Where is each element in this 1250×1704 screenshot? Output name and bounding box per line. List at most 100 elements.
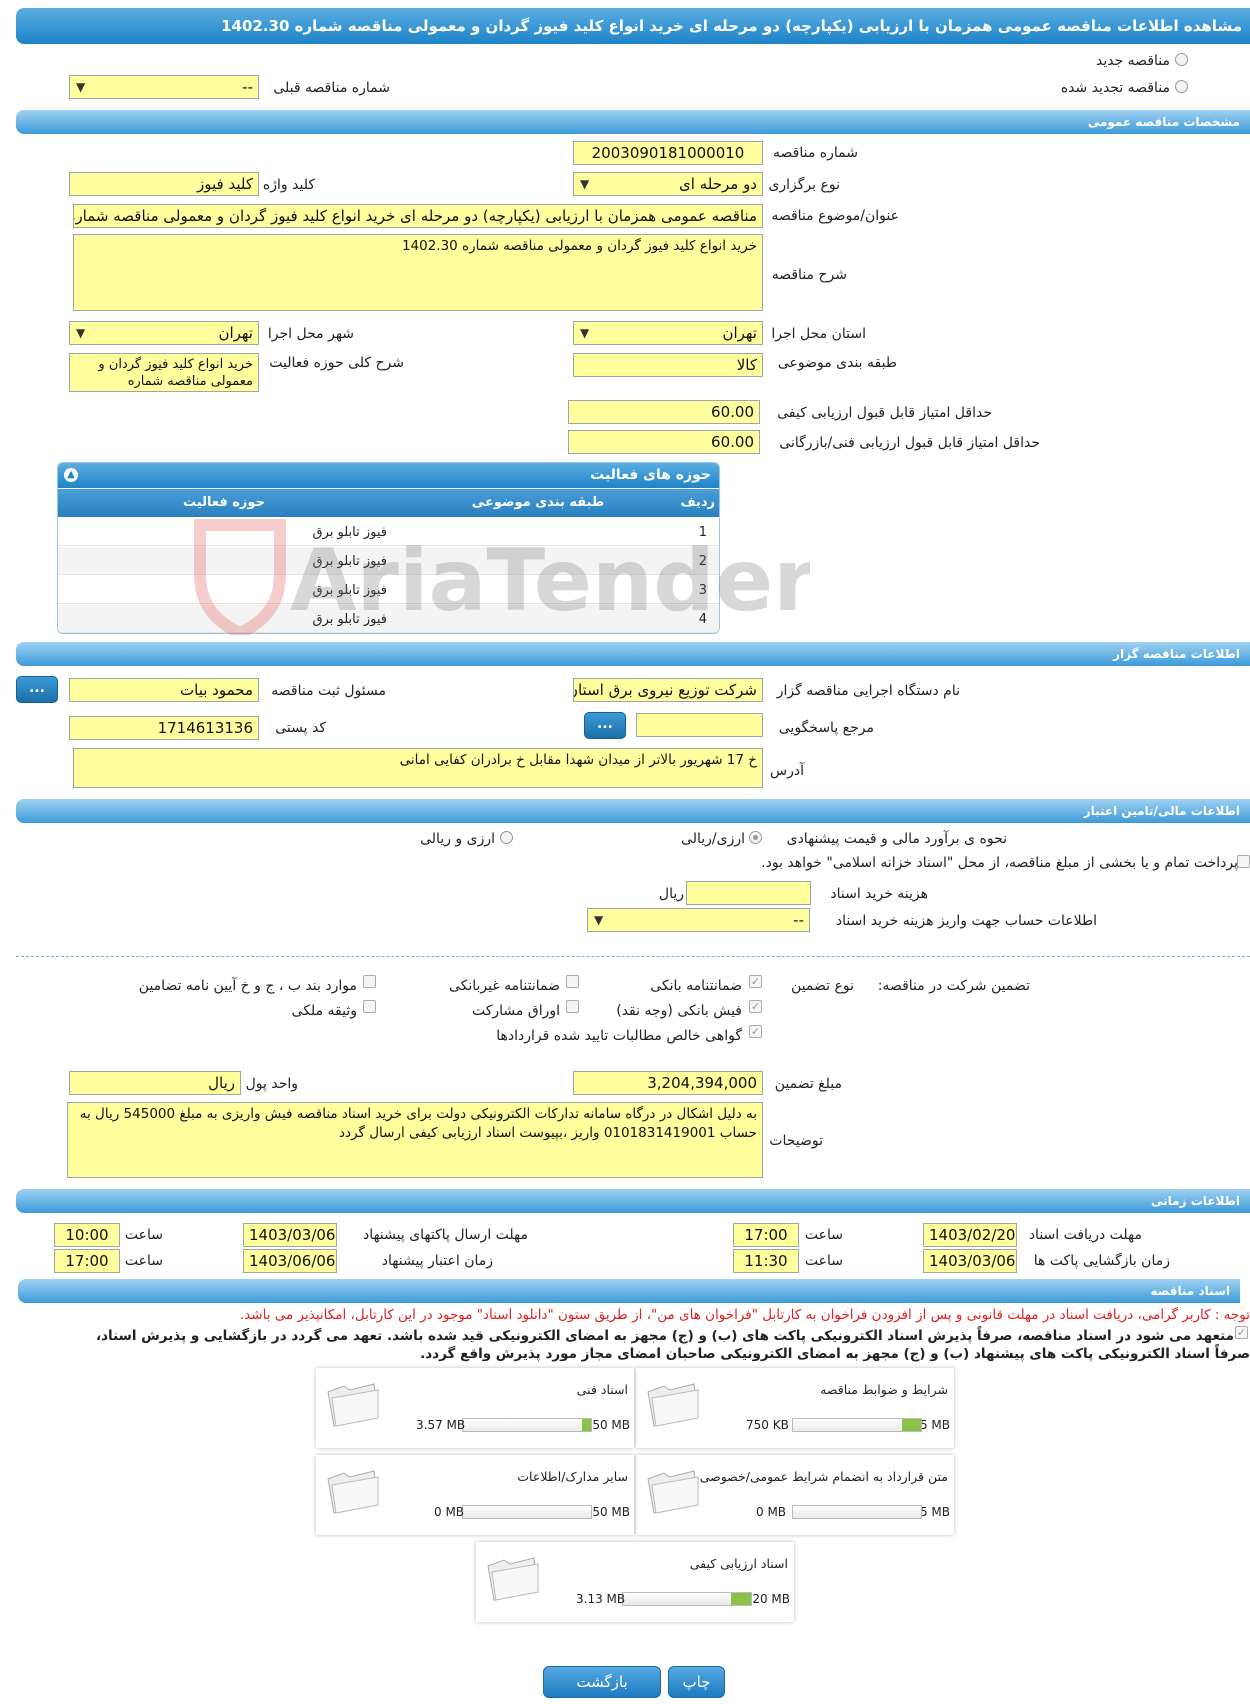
bank-receipt-checkbox[interactable]: ✓	[749, 1000, 762, 1013]
doc-card-other[interactable]: سایر مدارک/اطلاعات 50 MB 0 MB	[316, 1455, 634, 1535]
description-label: شرح مناقصه	[771, 267, 847, 283]
renewed-tender-radio[interactable]	[1175, 80, 1188, 93]
currency-and-rial-radio[interactable]	[500, 831, 513, 844]
currency-rial-radio[interactable]	[749, 831, 762, 844]
response-ref-lookup-button[interactable]: ...	[584, 712, 626, 739]
min-quality-field[interactable]: 60.00	[568, 400, 760, 424]
pledge-checkbox[interactable]: ✓	[1235, 1326, 1248, 1339]
tender-type-select[interactable]: دو مرحله ای ▼	[573, 172, 763, 196]
col-row: ردیف	[680, 495, 715, 510]
doc-fee-unit: ریال	[658, 886, 684, 902]
city-select[interactable]: تهران ▼	[69, 321, 259, 345]
org-name-field[interactable]: شرکت توزیع نیروی برق استان تهران	[573, 678, 763, 702]
article-items-checkbox[interactable]	[363, 975, 376, 988]
currency-unit-field[interactable]: ریال	[69, 1071, 241, 1095]
folder-icon	[327, 1383, 379, 1427]
activity-grid-columns: ردیف طبقه بندی موضوعی حوزه فعالیت	[58, 489, 719, 517]
nonbank-guarantee-checkbox[interactable]	[566, 975, 579, 988]
tender-no-label: شماره مناقصه	[773, 145, 858, 161]
notes-label: توضیحات	[769, 1133, 823, 1149]
doc-card-technical[interactable]: اسناد فنی 50 MB 3.57 MB	[316, 1368, 634, 1448]
table-row: 1 فیوز تابلو برق	[58, 518, 719, 546]
officer-lookup-button[interactable]: ...	[16, 676, 58, 703]
address-field[interactable]: خ 17 شهریور بالاتر از میدان شهدا مقابل خ…	[73, 748, 763, 788]
prev-tender-no-label: شماره مناقصه قبلی	[273, 80, 390, 96]
officer-field[interactable]: محمود بیات	[69, 678, 259, 702]
doc-fee-label: هزینه خرید اسناد	[830, 886, 928, 902]
table-row: 4 فیوز تابلو برق	[58, 605, 719, 633]
folder-icon	[647, 1470, 699, 1514]
bonds-checkbox[interactable]	[566, 1000, 579, 1013]
open-envelopes-label: زمان بازگشایی پاکت ها	[1033, 1253, 1170, 1269]
offer-validity-date[interactable]: 1403/06/06	[243, 1249, 337, 1273]
doc-fee-field[interactable]	[686, 881, 811, 905]
response-ref-field[interactable]	[636, 713, 763, 737]
bank-receipt-label: فیش بانکی (وجه نقد)	[616, 1003, 742, 1019]
print-button[interactable]: چاپ	[668, 1666, 725, 1698]
doc-card-progress	[622, 1592, 752, 1606]
category-field[interactable]: کالا	[573, 353, 763, 377]
activity-grid: حوزه های فعالیت ▲ ردیف طبقه بندی موضوعی …	[57, 462, 720, 634]
finance-section-header: اطلاعات مالی/تامین اعتبار	[16, 799, 1250, 823]
collapse-icon[interactable]: ▲	[64, 468, 78, 482]
doc-card-progress-fill	[901, 1419, 921, 1431]
subject-label: عنوان/موضوع مناقصه	[771, 208, 899, 224]
prev-tender-no-select[interactable]: -- ▼	[69, 75, 259, 99]
doc-card-used: 0 MB	[434, 1505, 465, 1519]
notes-field[interactable]: به دلیل اشکال در درگاه سامانه تدارکات ال…	[67, 1102, 763, 1178]
keyword-field[interactable]: کلید فیوز	[69, 172, 259, 196]
back-button[interactable]: بازگشت	[543, 1666, 661, 1698]
bank-guarantee-checkbox[interactable]: ✓	[749, 975, 762, 988]
col-field: حوزه فعالیت	[183, 495, 265, 510]
docs-section-header: اسناد مناقصه	[18, 1279, 1240, 1303]
doc-card-max: 5 MB	[919, 1418, 950, 1432]
open-time-label: ساعت	[804, 1253, 843, 1269]
doc-card-contract[interactable]: متن قرارداد به انضمام شرایط عمومی/خصوصی …	[636, 1455, 954, 1535]
renewed-tender-label: مناقصه تجدید شده	[1060, 80, 1170, 96]
tender-no-field[interactable]: 2003090181000010	[573, 141, 763, 165]
postal-code-field[interactable]: 1714613136	[69, 716, 259, 740]
activity-grid-title: حوزه های فعالیت	[590, 467, 711, 483]
receive-docs-date[interactable]: 1403/02/20	[923, 1223, 1017, 1247]
treasury-checkbox[interactable]	[1237, 855, 1250, 868]
category-label: طبقه بندی موضوعی	[777, 355, 897, 371]
guarantee-amount-field[interactable]: 3,204,394,000	[573, 1071, 763, 1095]
property-checkbox[interactable]	[363, 1000, 376, 1013]
new-tender-radio[interactable]	[1175, 53, 1188, 66]
scope-field[interactable]: خرید انواع کلید فیوز گردان و معمولی مناق…	[69, 353, 259, 392]
bank-guarantee-label: ضمانتنامه بانکی	[650, 978, 742, 994]
currency-and-rial-label: ارزی و ریالی	[420, 831, 495, 847]
bonds-label: اوراق مشارکت	[471, 1003, 560, 1019]
description-field[interactable]: خرید انواع کلید فیوز گردان و معمولی مناق…	[73, 234, 763, 311]
open-envelopes-time[interactable]: 11:30	[733, 1249, 799, 1273]
divider	[16, 956, 1250, 957]
doc-card-terms[interactable]: شرایط و ضوابط مناقصه 5 MB 750 KB	[636, 1368, 954, 1448]
claims-cert-checkbox[interactable]: ✓	[749, 1025, 762, 1038]
receive-docs-time[interactable]: 17:00	[733, 1223, 799, 1247]
send-offers-date[interactable]: 1403/03/06	[243, 1223, 337, 1247]
doc-card-progress-fill	[730, 1593, 751, 1605]
docs-notice: توجه : کاربر گرامی، دریافت اسناد در مهلت…	[239, 1307, 1250, 1323]
chevron-down-icon: ▼	[76, 326, 86, 340]
new-tender-label: مناقصه جدید	[1095, 53, 1170, 69]
min-tech-field[interactable]: 60.00	[568, 430, 760, 454]
timing-section-header: اطلاعات زمانی	[16, 1189, 1250, 1213]
general-section-header: مشخصات مناقصه عمومی	[16, 110, 1250, 134]
offer-validity-time[interactable]: 17:00	[54, 1249, 120, 1273]
page-title: مشاهده اطلاعات مناقصه عمومی همزمان با ار…	[16, 8, 1250, 44]
subject-field[interactable]: مناقصه عمومی همزمان با ارزیابی (یکپارچه)…	[73, 204, 763, 228]
doc-card-progress	[462, 1505, 592, 1519]
treasury-text: پرداخت تمام و یا بخشی از مبلغ مناقصه، از…	[761, 855, 1238, 871]
doc-card-name: سایر مدارک/اطلاعات	[517, 1469, 628, 1484]
receive-time-label: ساعت	[804, 1227, 843, 1243]
pledge-text-line2: صرفاً اسناد الکترونیکی پاکت های پیشنهاد …	[420, 1346, 1250, 1362]
doc-card-max: 50 MB	[592, 1418, 630, 1432]
officer-label: مسئول ثبت مناقصه	[271, 683, 386, 699]
account-info-select[interactable]: -- ▼	[587, 908, 810, 932]
province-select[interactable]: تهران ▼	[573, 321, 763, 345]
doc-card-quality[interactable]: اسناد ارزیابی کیفی 20 MB 3.13 MB	[476, 1542, 794, 1622]
open-envelopes-date[interactable]: 1403/03/06	[923, 1249, 1017, 1273]
doc-card-used: 0 MB	[756, 1505, 787, 1519]
guarantee-type-label: نوع تضمین	[791, 978, 854, 994]
send-offers-time[interactable]: 10:00	[54, 1223, 120, 1247]
